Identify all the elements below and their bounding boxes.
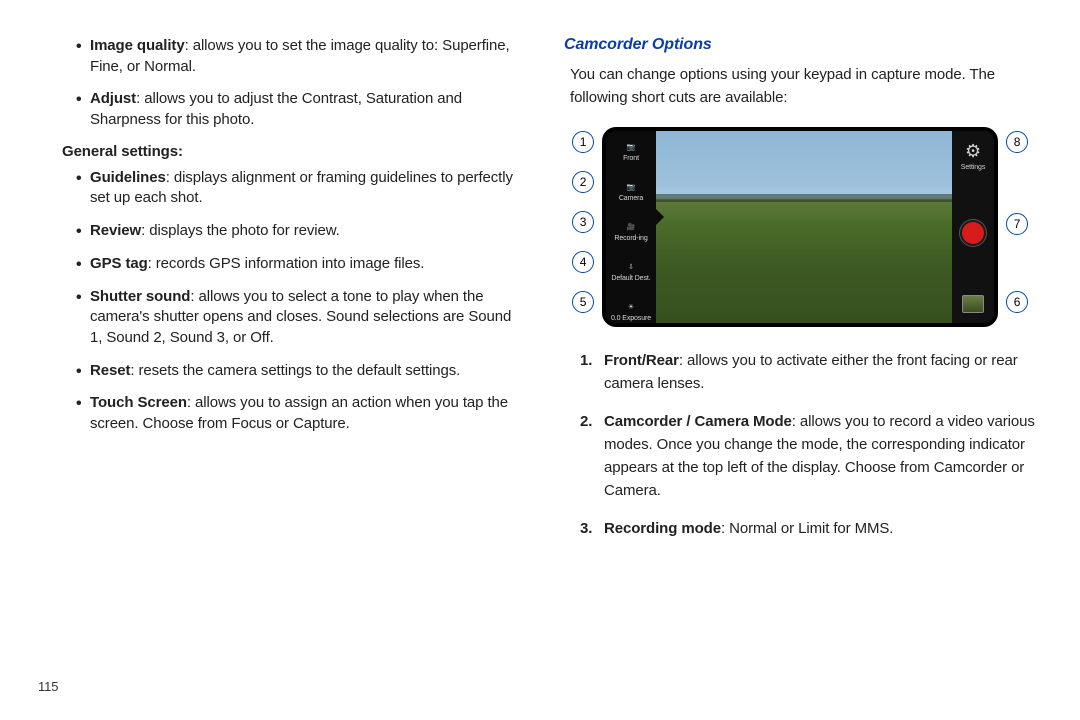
term: Review [90,222,141,239]
callout-1: 1 [572,131,594,153]
callout-3: 3 [572,211,594,233]
default-dest-icon: ⇩Default Dest. [606,251,656,291]
term: Touch Screen [90,394,187,411]
callout-2: 2 [572,171,594,193]
numbered-list: Front/Rear: allows you to activate eithe… [564,349,1042,540]
term: Front/Rear [604,352,679,369]
right-icon-bar: ⚙Settings [952,131,994,323]
top-bullet-list: Image quality: allows you to set the ima… [38,36,516,131]
desc: : records GPS information into image fil… [148,255,425,272]
gear-icon: ⚙ [965,141,981,162]
horizon-decoration [656,194,952,202]
list-item: Front/Rear: allows you to activate eithe… [604,349,1042,396]
settings-icon: ⚙Settings [961,141,986,171]
term: Reset [90,362,130,379]
term: Image quality [90,37,185,54]
page-number: 115 [38,679,58,694]
term: Adjust [90,90,136,107]
term: Shutter sound [90,288,190,305]
callout-6: 6 [1006,291,1028,313]
phone-frame: 📷Front 📷Camera 🎥Record-ing ⇩Default Dest… [602,127,998,327]
term: GPS tag [90,255,148,272]
exposure-icon: ☀0.0 Exposure [606,291,656,327]
general-bullet-list: Guidelines: displays alignment or framin… [38,168,516,435]
term: Recording mode [604,520,721,537]
camera-mode-icon: 📷Camera [606,171,656,211]
viewfinder [656,131,952,323]
recording-mode-icon: 🎥Record-ing [606,211,656,251]
list-item: Guidelines: displays alignment or framin… [90,168,516,209]
term: Camcorder / Camera Mode [604,413,792,430]
general-settings-heading: General settings: [62,143,516,160]
callout-5: 5 [572,291,594,313]
callout-8: 8 [1006,131,1028,153]
list-item: Touch Screen: allows you to assign an ac… [90,393,516,434]
list-item: Adjust: allows you to adjust the Contras… [90,89,516,130]
list-item: Recording mode: Normal or Limit for MMS. [604,517,1042,540]
list-item: GPS tag: records GPS information into im… [90,254,516,275]
desc: : resets the camera settings to the defa… [130,362,460,379]
camcorder-diagram: 📷Front 📷Camera 🎥Record-ing ⇩Default Dest… [570,127,1030,327]
right-column: Camcorder Options You can change options… [564,36,1042,554]
desc: : Normal or Limit for MMS. [721,520,893,537]
left-icon-bar: 📷Front 📷Camera 🎥Record-ing ⇩Default Dest… [606,131,656,323]
list-item: Reset: resets the camera settings to the… [90,361,516,382]
desc: : allows you to adjust the Contrast, Sat… [90,90,462,128]
desc: : displays the photo for review. [141,222,340,239]
term: Guidelines [90,169,166,186]
list-item: Review: displays the photo for review. [90,221,516,242]
gallery-thumb-icon [962,295,984,313]
record-button-icon [962,222,984,244]
list-item: Shutter sound: allows you to select a to… [90,287,516,349]
intro-text: You can change options using your keypad… [570,64,1042,109]
front-rear-icon: 📷Front [606,131,656,171]
chevron-right-icon [656,209,664,225]
callout-7: 7 [1006,213,1028,235]
camcorder-options-heading: Camcorder Options [564,36,1042,54]
callout-4: 4 [572,251,594,273]
list-item: Camcorder / Camera Mode: allows you to r… [604,410,1042,503]
list-item: Image quality: allows you to set the ima… [90,36,516,77]
left-column: Image quality: allows you to set the ima… [38,36,516,554]
